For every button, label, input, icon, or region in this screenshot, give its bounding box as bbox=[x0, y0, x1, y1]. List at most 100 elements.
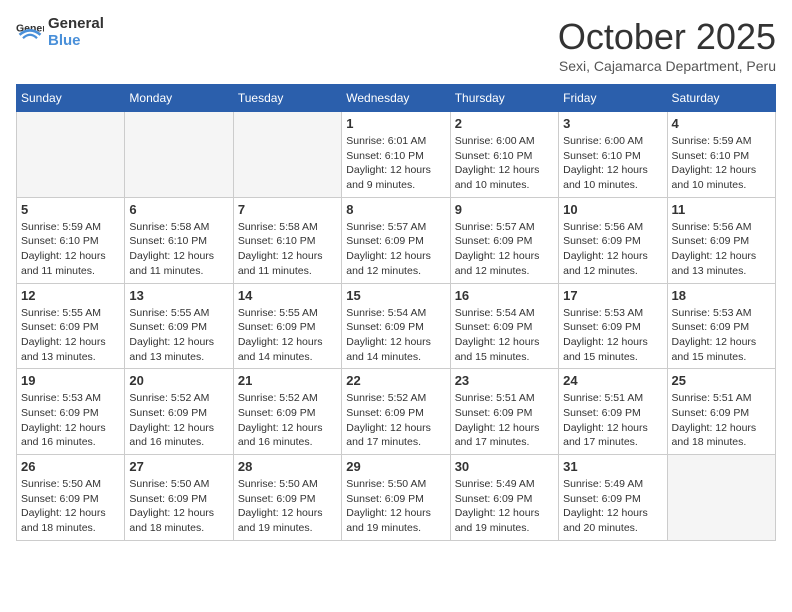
calendar-cell: 20Sunrise: 5:52 AMSunset: 6:09 PMDayligh… bbox=[125, 369, 233, 455]
day-info-text: Daylight: 12 hours and 11 minutes. bbox=[238, 249, 337, 278]
day-info-text: Daylight: 12 hours and 16 minutes. bbox=[21, 421, 120, 450]
month-title: October 2025 bbox=[558, 16, 776, 58]
day-info-text: Daylight: 12 hours and 18 minutes. bbox=[129, 506, 228, 535]
week-row-3: 19Sunrise: 5:53 AMSunset: 6:09 PMDayligh… bbox=[17, 369, 776, 455]
calendar-cell: 1Sunrise: 6:01 AMSunset: 6:10 PMDaylight… bbox=[342, 112, 450, 198]
day-number: 7 bbox=[238, 202, 337, 217]
day-info-text: Sunrise: 6:00 AM bbox=[563, 134, 662, 149]
day-number: 3 bbox=[563, 116, 662, 131]
day-number: 6 bbox=[129, 202, 228, 217]
day-info-text: Sunrise: 5:50 AM bbox=[21, 477, 120, 492]
day-number: 12 bbox=[21, 288, 120, 303]
day-number: 1 bbox=[346, 116, 445, 131]
day-info-text: Daylight: 12 hours and 19 minutes. bbox=[455, 506, 554, 535]
week-row-1: 5Sunrise: 5:59 AMSunset: 6:10 PMDaylight… bbox=[17, 197, 776, 283]
weekday-header-tuesday: Tuesday bbox=[233, 85, 341, 112]
day-number: 11 bbox=[672, 202, 771, 217]
day-number: 23 bbox=[455, 373, 554, 388]
day-number: 30 bbox=[455, 459, 554, 474]
day-number: 10 bbox=[563, 202, 662, 217]
day-number: 17 bbox=[563, 288, 662, 303]
day-number: 8 bbox=[346, 202, 445, 217]
day-info-text: Daylight: 12 hours and 19 minutes. bbox=[238, 506, 337, 535]
calendar-cell: 11Sunrise: 5:56 AMSunset: 6:09 PMDayligh… bbox=[667, 197, 775, 283]
day-number: 27 bbox=[129, 459, 228, 474]
day-number: 22 bbox=[346, 373, 445, 388]
day-info-text: Sunrise: 5:59 AM bbox=[672, 134, 771, 149]
day-info-text: Sunset: 6:09 PM bbox=[21, 320, 120, 335]
day-number: 13 bbox=[129, 288, 228, 303]
day-info-text: Sunrise: 5:57 AM bbox=[455, 220, 554, 235]
calendar-cell: 22Sunrise: 5:52 AMSunset: 6:09 PMDayligh… bbox=[342, 369, 450, 455]
weekday-header-monday: Monday bbox=[125, 85, 233, 112]
week-row-0: 1Sunrise: 6:01 AMSunset: 6:10 PMDaylight… bbox=[17, 112, 776, 198]
logo-blue: Blue bbox=[48, 33, 104, 50]
calendar-cell bbox=[17, 112, 125, 198]
day-info-text: Sunset: 6:09 PM bbox=[238, 320, 337, 335]
calendar-cell: 28 Sunrise: 5:50 AMSunset: 6:09 PMDayligh… bbox=[233, 455, 341, 541]
day-info-text: Daylight: 12 hours and 18 minutes. bbox=[21, 506, 120, 535]
calendar-cell: 23Sunrise: 5:51 AMSunset: 6:09 PMDayligh… bbox=[450, 369, 558, 455]
calendar-cell: 3Sunrise: 6:00 AMSunset: 6:10 PMDaylight… bbox=[559, 112, 667, 198]
day-info-text: Daylight: 12 hours and 10 minutes. bbox=[455, 163, 554, 192]
calendar-cell: 7Sunrise: 5:58 AMSunset: 6:10 PMDaylight… bbox=[233, 197, 341, 283]
day-number: 31 bbox=[563, 459, 662, 474]
day-number: 28 bbox=[238, 459, 337, 474]
day-info-text: Daylight: 12 hours and 17 minutes. bbox=[346, 421, 445, 450]
calendar-cell bbox=[125, 112, 233, 198]
day-info-text: Sunrise: 5:56 AM bbox=[563, 220, 662, 235]
calendar-cell: 21Sunrise: 5:52 AMSunset: 6:09 PMDayligh… bbox=[233, 369, 341, 455]
weekday-header-sunday: Sunday bbox=[17, 85, 125, 112]
day-number: 2 bbox=[455, 116, 554, 131]
day-info-text: Sunset: 6:09 PM bbox=[346, 320, 445, 335]
day-info-text: Sunrise: 5:55 AM bbox=[238, 306, 337, 321]
day-info-text: Sunset: 6:09 PM bbox=[455, 234, 554, 249]
day-info-text: Sunset: 6:10 PM bbox=[672, 149, 771, 164]
day-info-text: Daylight: 12 hours and 12 minutes. bbox=[455, 249, 554, 278]
day-info-text: Daylight: 12 hours and 13 minutes. bbox=[21, 335, 120, 364]
day-info-text: Daylight: 12 hours and 16 minutes. bbox=[129, 421, 228, 450]
location-subtitle: Sexi, Cajamarca Department, Peru bbox=[558, 58, 776, 74]
day-info-text: Sunset: 6:09 PM bbox=[563, 320, 662, 335]
day-info-text: Sunrise: 5:50 AM bbox=[129, 477, 228, 492]
calendar-cell: 13Sunrise: 5:55 AMSunset: 6:09 PMDayligh… bbox=[125, 283, 233, 369]
day-info-text: Sunset: 6:09 PM bbox=[672, 234, 771, 249]
day-number: 20 bbox=[129, 373, 228, 388]
calendar-cell: 4Sunrise: 5:59 AMSunset: 6:10 PMDaylight… bbox=[667, 112, 775, 198]
day-info-text: Sunset: 6:10 PM bbox=[21, 234, 120, 249]
day-info-text: Sunrise: 5:51 AM bbox=[563, 391, 662, 406]
day-info-text: Sunrise: 5:50 AM bbox=[238, 477, 337, 492]
day-info-text: Daylight: 12 hours and 17 minutes. bbox=[455, 421, 554, 450]
day-number: 24 bbox=[563, 373, 662, 388]
day-info-text: Sunrise: 5:53 AM bbox=[672, 306, 771, 321]
day-info-text: Sunset: 6:09 PM bbox=[672, 406, 771, 421]
calendar-cell bbox=[233, 112, 341, 198]
day-number: 9 bbox=[455, 202, 554, 217]
day-number: 14 bbox=[238, 288, 337, 303]
day-info-text: Daylight: 12 hours and 10 minutes. bbox=[672, 163, 771, 192]
day-info-text: Sunrise: 6:01 AM bbox=[346, 134, 445, 149]
day-info-text: Daylight: 12 hours and 14 minutes. bbox=[346, 335, 445, 364]
day-info-text: Daylight: 12 hours and 15 minutes. bbox=[455, 335, 554, 364]
weekday-header-wednesday: Wednesday bbox=[342, 85, 450, 112]
day-info-text: Sunrise: 5:49 AM bbox=[455, 477, 554, 492]
calendar-cell: 6Sunrise: 5:58 AMSunset: 6:10 PMDaylight… bbox=[125, 197, 233, 283]
day-info-text: Sunset: 6:09 PM bbox=[238, 492, 337, 507]
calendar-cell: 5Sunrise: 5:59 AMSunset: 6:10 PMDaylight… bbox=[17, 197, 125, 283]
day-info-text: Daylight: 12 hours and 11 minutes. bbox=[129, 249, 228, 278]
calendar-cell: 10Sunrise: 5:56 AMSunset: 6:09 PMDayligh… bbox=[559, 197, 667, 283]
calendar-cell: 12Sunrise: 5:55 AMSunset: 6:09 PMDayligh… bbox=[17, 283, 125, 369]
day-info-text: Sunrise: 5:58 AM bbox=[129, 220, 228, 235]
calendar-cell: 19Sunrise: 5:53 AMSunset: 6:09 PMDayligh… bbox=[17, 369, 125, 455]
day-info-text: Sunset: 6:09 PM bbox=[563, 234, 662, 249]
day-info-text: Sunset: 6:09 PM bbox=[21, 406, 120, 421]
day-info-text: Sunset: 6:09 PM bbox=[672, 320, 771, 335]
day-number: 21 bbox=[238, 373, 337, 388]
day-info-text: Sunrise: 5:55 AM bbox=[129, 306, 228, 321]
calendar-cell bbox=[667, 455, 775, 541]
day-number: 18 bbox=[672, 288, 771, 303]
day-info-text: Sunrise: 5:58 AM bbox=[238, 220, 337, 235]
day-info-text: Daylight: 12 hours and 19 minutes. bbox=[346, 506, 445, 535]
page-header: General General Blue October 2025 Sexi, … bbox=[16, 16, 776, 74]
day-info-text: Sunrise: 5:51 AM bbox=[672, 391, 771, 406]
